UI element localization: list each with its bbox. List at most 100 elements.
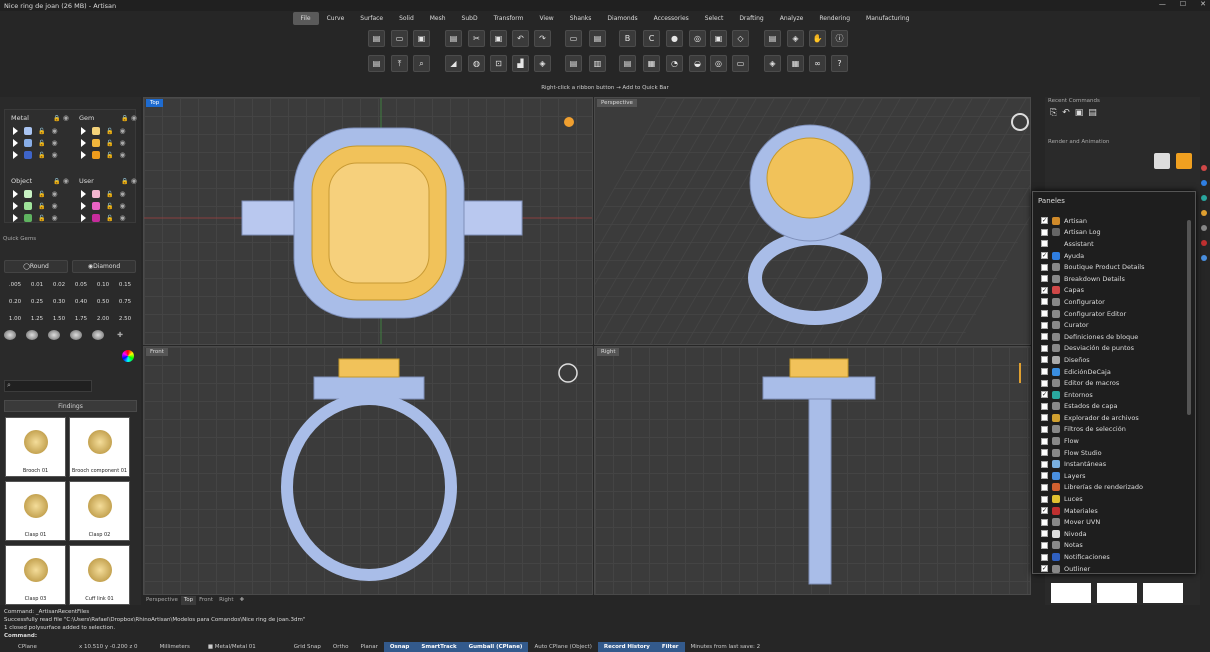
gem-add-icon[interactable]: ✚ — [114, 330, 126, 340]
ribbon-button[interactable]: ● — [666, 30, 683, 47]
panel-item[interactable]: Layers — [1041, 470, 1186, 482]
ribbon-button[interactable]: ▤ — [764, 30, 781, 47]
panel-checkbox[interactable] — [1041, 449, 1048, 457]
menu-accessories[interactable]: Accessories — [646, 12, 697, 25]
ribbon-button[interactable]: ◈ — [787, 30, 804, 47]
save-icon[interactable]: ▣ — [1075, 108, 1084, 118]
finding-thumbnail[interactable]: Clasp 01 — [5, 481, 66, 541]
eye-icon[interactable]: ◉ — [51, 127, 57, 135]
ribbon-button[interactable]: ◒ — [689, 55, 706, 72]
panel-item[interactable]: Curator — [1041, 319, 1186, 331]
viewport-perspective[interactable]: Perspective — [594, 97, 1031, 345]
ribbon-button[interactable]: ▤ — [368, 30, 385, 47]
menu-shanks[interactable]: Shanks — [562, 12, 600, 25]
gem-size-button[interactable]: 0.15 — [114, 277, 136, 294]
menu-analyze[interactable]: Analyze — [772, 12, 812, 25]
panel-checkbox[interactable] — [1041, 460, 1048, 468]
panel-checkbox[interactable] — [1041, 333, 1048, 341]
gem-size-button[interactable]: 0.20 — [4, 294, 26, 311]
expand-icon[interactable] — [13, 151, 18, 159]
cplane-label[interactable]: CPlane — [12, 642, 43, 652]
lock-icon[interactable]: 🔓 — [106, 140, 113, 147]
gem-size-button[interactable]: .005 — [4, 277, 26, 294]
lock-icon[interactable]: 🔓 — [106, 215, 113, 222]
expand-icon[interactable] — [81, 202, 86, 210]
expand-icon[interactable] — [81, 190, 86, 198]
panel-checkbox[interactable] — [1041, 483, 1048, 491]
viewport-top[interactable]: Top — [143, 97, 593, 345]
ribbon-button[interactable]: ⌕ — [413, 55, 430, 72]
ribbon-button[interactable]: ◈ — [764, 55, 781, 72]
panel-checkbox[interactable] — [1041, 541, 1048, 549]
panel-item[interactable]: Configurator Editor — [1041, 308, 1186, 320]
viewport-tab-front[interactable]: Front — [196, 596, 216, 605]
ribbon-button[interactable]: ⊡ — [490, 55, 507, 72]
layer-color-swatch[interactable] — [24, 190, 32, 198]
menu-subd[interactable]: SubD — [454, 12, 486, 25]
ortho-toggle[interactable]: Ortho — [327, 642, 355, 652]
panel-item[interactable]: ✓ Materiales — [1041, 505, 1186, 517]
ribbon-button[interactable]: ◇ — [732, 30, 749, 47]
add-viewport-icon[interactable]: ✚ — [237, 596, 248, 605]
diamond-button[interactable]: ◉ Diamond — [72, 260, 136, 273]
units[interactable]: Millimeters — [154, 642, 196, 652]
panel-checkbox[interactable] — [1041, 310, 1048, 318]
ribbon-button[interactable]: ◎ — [689, 30, 706, 47]
layer-color-swatch[interactable] — [24, 127, 32, 135]
ribbon-button[interactable]: ▤ — [619, 55, 636, 72]
gem-emerald-icon[interactable] — [92, 330, 104, 340]
panel-item[interactable]: Luces — [1041, 493, 1186, 505]
panel-checkbox[interactable] — [1041, 530, 1048, 538]
grid-snap-toggle[interactable]: Grid Snap — [288, 642, 327, 652]
layer-color-swatch[interactable] — [92, 202, 100, 210]
menu-curve[interactable]: Curve — [319, 12, 353, 25]
undo-icon[interactable]: ↶ — [1062, 108, 1070, 118]
panel-checkbox[interactable] — [1041, 321, 1048, 329]
eye-icon[interactable]: ◉ — [119, 139, 125, 147]
layer-color-swatch[interactable] — [92, 127, 100, 135]
ribbon-button[interactable]: ◢ — [445, 55, 462, 72]
layer-row[interactable]: 🔓 ◉ — [7, 125, 69, 137]
expand-icon[interactable] — [13, 190, 18, 198]
eye-icon[interactable]: ◉ — [51, 151, 57, 159]
panel-item[interactable]: Editor de macros — [1041, 377, 1186, 389]
panel-checkbox[interactable] — [1041, 379, 1048, 387]
minimize-icon[interactable]: — — [1159, 0, 1166, 8]
panel-item[interactable]: Diseños — [1041, 354, 1186, 366]
layer-row[interactable]: 🔓 ◉ — [75, 137, 137, 149]
ribbon-button[interactable]: ▭ — [732, 55, 749, 72]
findings-dropdown[interactable]: Findings — [4, 400, 137, 412]
panel-checkbox[interactable] — [1041, 553, 1048, 561]
panel-item[interactable]: Assistant — [1041, 238, 1186, 250]
panel-checkbox[interactable]: ✓ — [1041, 252, 1048, 260]
ribbon-button[interactable]: ▭ — [391, 30, 408, 47]
maximize-icon[interactable]: ☐ — [1180, 0, 1186, 8]
menu-solid[interactable]: Solid — [391, 12, 422, 25]
panel-checkbox[interactable]: ✓ — [1041, 217, 1048, 225]
panel-item[interactable]: Estados de capa — [1041, 401, 1186, 413]
panel-checkbox[interactable] — [1041, 228, 1048, 236]
lock-icon[interactable]: 🔓 — [38, 191, 45, 198]
layer-color-swatch[interactable] — [92, 214, 100, 222]
lock-icon[interactable]: 🔓 — [38, 152, 45, 159]
panel-item[interactable]: Flow — [1041, 435, 1186, 447]
ribbon-button[interactable]: ⓘ — [831, 30, 848, 47]
expand-icon[interactable] — [81, 214, 86, 222]
finding-thumbnail[interactable]: Clasp 03 — [5, 545, 66, 605]
eye-icon[interactable]: ◉ — [51, 190, 57, 198]
finding-thumbnail[interactable]: Clasp 02 — [69, 481, 130, 541]
panel-item[interactable]: ✓ Outliner — [1041, 563, 1186, 575]
layer-row[interactable]: 🔓 ◉ — [75, 212, 137, 224]
tool-icon[interactable] — [1201, 195, 1207, 201]
tool-icon[interactable] — [1201, 255, 1207, 261]
viewport-right-tab[interactable]: Right — [597, 348, 620, 356]
ribbon-button[interactable]: ✋ — [809, 30, 826, 47]
clipboard-icon[interactable]: ▤ — [1088, 108, 1097, 118]
menu-view[interactable]: View — [531, 12, 561, 25]
panel-checkbox[interactable] — [1041, 356, 1048, 364]
ribbon-button[interactable]: ▤ — [589, 30, 606, 47]
eye-icon[interactable]: ◉ — [51, 139, 57, 147]
ribbon-button[interactable]: ▦ — [787, 55, 804, 72]
ribbon-button[interactable]: ✂ — [468, 30, 485, 47]
panel-checkbox[interactable]: ✓ — [1041, 507, 1048, 515]
